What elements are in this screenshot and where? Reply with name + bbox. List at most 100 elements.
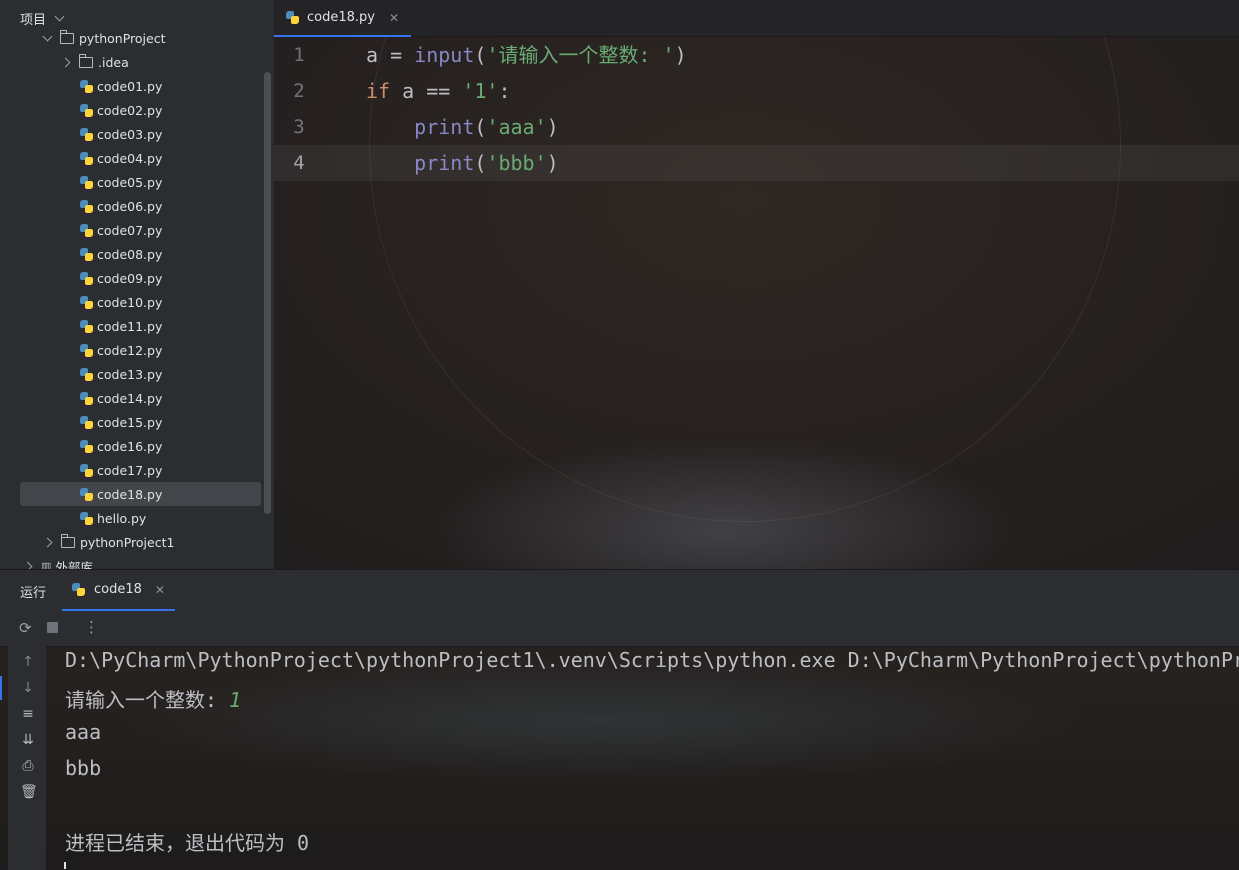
tree-file[interactable]: code18.py: [20, 482, 261, 506]
arrow-up-icon[interactable]: ↑: [20, 654, 36, 670]
project-panel-scrollbar[interactable]: [264, 72, 271, 514]
tree-file[interactable]: code06.py: [80, 194, 162, 218]
tree-file[interactable]: code04.py: [80, 146, 162, 170]
scroll-to-end-icon[interactable]: ⇊: [20, 732, 36, 748]
folder-icon: [61, 533, 75, 548]
console-output-line: aaa: [65, 720, 102, 744]
stop-icon[interactable]: [47, 622, 58, 633]
python-file-icon: [80, 151, 93, 165]
soft-wrap-icon[interactable]: ≡: [20, 706, 36, 722]
tree-item-label: code08.py: [97, 246, 163, 262]
tree-item-label: code09.py: [97, 270, 163, 286]
project-panel-header[interactable]: 项目: [20, 8, 65, 28]
chevron-right-icon[interactable]: [60, 57, 71, 67]
tree-file[interactable]: code12.py: [80, 338, 162, 362]
code-token: (: [474, 43, 487, 67]
code-token: (: [474, 151, 487, 175]
tree-file[interactable]: code08.py: [80, 242, 162, 266]
tree-file[interactable]: code07.py: [80, 218, 162, 242]
code-token: 'bbb': [486, 151, 547, 175]
tree-file[interactable]: code16.py: [80, 434, 162, 458]
tree-file[interactable]: code14.py: [80, 386, 162, 410]
project-panel: 项目 pythonProject .idea code01.py code02.py…: [0, 0, 274, 569]
tree-file[interactable]: code01.py: [80, 74, 162, 98]
python-file-icon: [80, 127, 93, 141]
editor-tab-bar: code18.py ✕: [274, 0, 1239, 37]
chevron-right-icon[interactable]: [42, 537, 53, 547]
tree-file[interactable]: code10.py: [80, 290, 162, 314]
close-icon[interactable]: ✕: [389, 11, 399, 25]
project-panel-title: 项目: [20, 12, 47, 28]
more-options-icon[interactable]: ⋮: [84, 618, 99, 636]
tree-item-label: code10.py: [97, 294, 163, 310]
console-prompt: 请输入一个整数:: [65, 688, 230, 712]
code-line[interactable]: a = input('请输入一个整数: '): [366, 37, 687, 73]
tree-file[interactable]: code13.py: [80, 362, 162, 386]
trash-icon[interactable]: 🗑: [20, 784, 38, 800]
tree-file[interactable]: code03.py: [80, 122, 162, 146]
chevron-down-icon[interactable]: [42, 31, 53, 41]
chevron-down-icon[interactable]: [54, 11, 65, 21]
tree-external-libs[interactable]: ▥ 外部库: [22, 554, 93, 570]
tree-item-label: code01.py: [97, 78, 163, 94]
run-tab-code18[interactable]: code18 ✕: [62, 570, 175, 611]
tree-file[interactable]: code11.py: [80, 314, 162, 338]
tree-item-label: code07.py: [97, 222, 163, 238]
code-line[interactable]: print('bbb'): [366, 145, 559, 181]
python-file-icon: [80, 487, 93, 501]
line-number: 4: [293, 152, 305, 174]
tree-root-label: pythonProject: [79, 30, 166, 46]
library-icon: ▥: [41, 559, 52, 570]
tree-file[interactable]: code05.py: [80, 170, 162, 194]
tab-label: code18.py: [307, 10, 375, 25]
python-file-icon: [80, 247, 93, 261]
tree-file[interactable]: code15.py: [80, 410, 162, 434]
folder-icon: [60, 29, 74, 44]
python-file-icon: [80, 79, 93, 93]
run-toolbar: ⟳ ⋮: [0, 611, 1239, 647]
tab-code18[interactable]: code18.py ✕: [274, 0, 412, 37]
run-side-toolbar: ↑ ↓ ≡ ⇊ ⎙ 🗑: [8, 646, 46, 870]
folder-icon: [79, 53, 93, 68]
editor-area[interactable]: code18.py ✕ 1a = input('请输入一个整数: ') 2 if a…: [274, 0, 1239, 569]
tree-item-label: code11.py: [97, 318, 163, 334]
code-token: input: [414, 43, 475, 67]
tree-item-label: code18.py: [97, 486, 163, 502]
console-prompt-line: 请输入一个整数: 1: [65, 684, 241, 713]
run-tab-label: code18: [94, 582, 142, 597]
tree-file[interactable]: code02.py: [80, 98, 162, 122]
code-token: :: [498, 79, 511, 103]
code-line[interactable]: print('aaa'): [366, 109, 559, 145]
side-bar-accent: [0, 676, 2, 700]
tree-file[interactable]: hello.py: [80, 506, 146, 530]
run-panel-header: 运行 code18 ✕: [0, 570, 1239, 612]
tree-item-label: code06.py: [97, 198, 163, 214]
code-token: (: [474, 115, 487, 139]
tree-folder-sibling[interactable]: pythonProject1: [42, 530, 174, 554]
code-token: ): [546, 115, 559, 139]
python-file-icon: [80, 223, 93, 237]
code-token: ): [546, 151, 559, 175]
code-token: '1': [462, 79, 499, 103]
rerun-icon[interactable]: ⟳: [19, 619, 32, 637]
python-file-icon: [80, 415, 93, 429]
python-file-icon: [80, 295, 93, 309]
arrow-down-icon[interactable]: ↓: [20, 680, 36, 696]
python-file-icon: [80, 391, 93, 405]
code-token: ): [674, 43, 687, 67]
tree-item-label: code03.py: [97, 126, 163, 142]
tree-file[interactable]: code17.py: [80, 458, 162, 482]
close-icon[interactable]: ✕: [155, 583, 165, 597]
print-icon[interactable]: ⎙: [20, 758, 36, 774]
tree-folder[interactable]: .idea: [60, 50, 129, 74]
console-command-line: D:\PyCharm\PythonProject\pythonProject1\…: [65, 648, 1239, 672]
python-file-icon: [80, 319, 93, 333]
chevron-right-icon[interactable]: [22, 561, 33, 569]
tree-root-folder[interactable]: pythonProject: [42, 27, 166, 49]
python-file-icon: [80, 199, 93, 213]
code-line[interactable]: if a == '1':: [366, 73, 511, 109]
tree-file[interactable]: code09.py: [80, 266, 162, 290]
code-token: '请输入一个整数: ': [486, 43, 675, 67]
